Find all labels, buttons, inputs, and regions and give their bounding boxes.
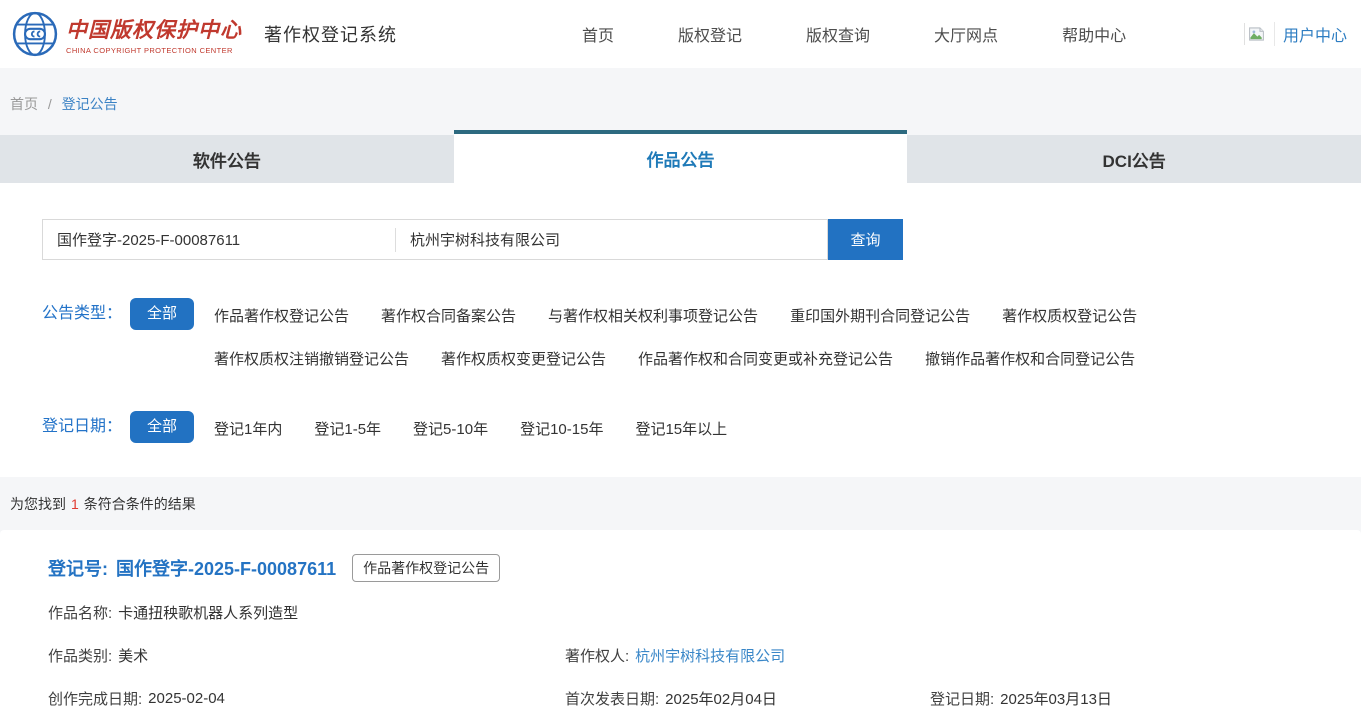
result-card-header: 登记号: 国作登字-2025-F-00087611 作品著作权登记公告: [48, 554, 1361, 582]
type-option[interactable]: 著作权质权注销撤销登记公告: [214, 348, 409, 369]
type-filter-all-button[interactable]: 全部: [130, 298, 195, 330]
registration-date-label: 登记日期:: [930, 691, 995, 708]
type-filter-options: 作品著作权登记公告 著作权合同备案公告 与著作权相关权利事项登记公告 重印国外期…: [214, 298, 1214, 369]
nav-item-hall-locations[interactable]: 大厅网点: [934, 22, 998, 46]
breadcrumb-separator: /: [47, 96, 52, 112]
type-option[interactable]: 著作权质权登记公告: [1002, 305, 1137, 326]
search-bar: 查询: [42, 219, 903, 260]
date-option[interactable]: 登记10-15年: [520, 418, 603, 439]
user-center-link[interactable]: 用户中心: [1273, 22, 1347, 46]
registration-no-label: 登记号:: [48, 559, 108, 579]
filter-row-registration-date: 登记日期： 全部 登记1年内 登记1-5年 登记5-10年 登记10-15年 登…: [42, 411, 1361, 443]
logo-title-en: CHINA COPYRIGHT PROTECTION CENTER: [66, 45, 233, 55]
registration-number-input[interactable]: [43, 220, 395, 259]
work-name-label: 作品名称:: [48, 605, 113, 622]
result-fields: 作品名称: 卡通扭秧歌机器人系列造型 作品类别: 美术 著作权人: 杭州宇树科技…: [48, 602, 1361, 709]
header: 中国版权保护中心 CHINA COPYRIGHT PROTECTION CENT…: [0, 0, 1361, 68]
announcement-type-label: 公告类型：: [42, 305, 123, 322]
logo[interactable]: 中国版权保护中心 CHINA COPYRIGHT PROTECTION CENT…: [12, 11, 242, 57]
date-option[interactable]: 登记5-10年: [413, 418, 488, 439]
announcement-type-badge: 作品著作权登记公告: [352, 554, 501, 582]
filter-row-announcement-type: 公告类型： 全部 作品著作权登记公告 著作权合同备案公告 与著作权相关权利事项登…: [42, 298, 1361, 369]
breadcrumb-home[interactable]: 首页: [10, 96, 38, 112]
logo-text: 中国版权保护中心 CHINA COPYRIGHT PROTECTION CENT…: [66, 14, 242, 55]
main-nav: 首页 版权登记 版权查询 大厅网点 帮助中心: [582, 22, 1126, 46]
date-option[interactable]: 登记15年以上: [635, 418, 727, 439]
type-option[interactable]: 作品著作权和合同变更或补充登记公告: [638, 348, 893, 369]
creation-date-label: 创作完成日期:: [48, 691, 143, 708]
announcement-tabs: 软件公告 作品公告 DCI公告: [0, 130, 1361, 183]
header-right: 用户中心: [1243, 22, 1347, 46]
work-type-value: 美术: [118, 648, 149, 665]
publish-date-value: 2025年02月04日: [665, 691, 777, 708]
type-option[interactable]: 撤销作品著作权和合同登记公告: [925, 348, 1135, 369]
nav-item-copyright-query[interactable]: 版权查询: [806, 22, 870, 46]
publish-date-label: 首次发表日期:: [565, 691, 660, 708]
search-inputs: [42, 219, 828, 260]
date-filter-options: 登记1年内 登记1-5年 登记5-10年 登记10-15年 登记15年以上: [214, 411, 727, 439]
type-option[interactable]: 著作权质权变更登记公告: [441, 348, 606, 369]
summary-suffix: 条符合条件的结果: [83, 495, 196, 512]
registration-date-value: 2025年03月13日: [1000, 691, 1112, 708]
type-option[interactable]: 重印国外期刊合同登记公告: [790, 305, 970, 326]
owner-link[interactable]: 杭州宇树科技有限公司: [635, 645, 785, 666]
field-registration-date: 登记日期: 2025年03月13日: [930, 688, 1361, 709]
breadcrumb-current[interactable]: 登记公告: [62, 96, 118, 112]
field-publish-date: 首次发表日期: 2025年02月04日: [565, 688, 930, 709]
tab-dci-announcement[interactable]: DCI公告: [907, 135, 1361, 183]
nav-item-copyright-registration[interactable]: 版权登记: [678, 22, 742, 46]
type-option[interactable]: 与著作权相关权利事项登记公告: [548, 305, 758, 326]
result-card: 登记号: 国作登字-2025-F-00087611 作品著作权登记公告 作品名称…: [0, 530, 1361, 718]
field-creation-date: 创作完成日期: 2025-02-04: [48, 688, 565, 709]
registration-date-label: 登记日期：: [42, 418, 123, 435]
field-work-type: 作品类别: 美术: [48, 645, 565, 666]
work-type-label: 作品类别:: [48, 648, 113, 665]
logo-title-cn: 中国版权保护中心: [66, 17, 242, 42]
date-filter-all-button[interactable]: 全部: [130, 411, 195, 443]
broken-image-avatar-icon: [1243, 23, 1264, 45]
nav-item-help-center[interactable]: 帮助中心: [1062, 22, 1126, 46]
date-option[interactable]: 登记1-5年: [314, 418, 381, 439]
summary-prefix: 为您找到: [10, 495, 66, 512]
tab-software-announcement[interactable]: 软件公告: [0, 135, 454, 183]
result-count: 1: [71, 495, 79, 512]
owner-name-input[interactable]: [396, 220, 827, 259]
type-option[interactable]: 著作权合同备案公告: [381, 305, 516, 326]
type-option[interactable]: 作品著作权登记公告: [214, 305, 349, 326]
nav-item-home[interactable]: 首页: [582, 22, 614, 46]
date-option[interactable]: 登记1年内: [214, 418, 282, 439]
field-owner: 著作权人: 杭州宇树科技有限公司: [565, 645, 1361, 666]
system-name: 著作权登记系统: [264, 25, 397, 45]
field-work-name: 作品名称: 卡通扭秧歌机器人系列造型: [48, 602, 1361, 623]
creation-date-value: 2025-02-04: [148, 690, 225, 707]
result-summary: 为您找到 1 条符合条件的结果: [0, 477, 1361, 530]
work-name-value: 卡通扭秧歌机器人系列造型: [118, 605, 299, 622]
breadcrumb: 首页 / 登记公告: [0, 68, 1361, 130]
search-button[interactable]: 查询: [828, 219, 903, 260]
cpcc-globe-logo-icon: [12, 11, 58, 57]
filter-panel: 查询 公告类型： 全部 作品著作权登记公告 著作权合同备案公告 与著作权相关权利…: [0, 183, 1361, 477]
owner-label: 著作权人:: [565, 648, 630, 665]
tab-works-announcement[interactable]: 作品公告: [453, 130, 908, 183]
registration-no-value[interactable]: 国作登字-2025-F-00087611: [116, 555, 336, 581]
